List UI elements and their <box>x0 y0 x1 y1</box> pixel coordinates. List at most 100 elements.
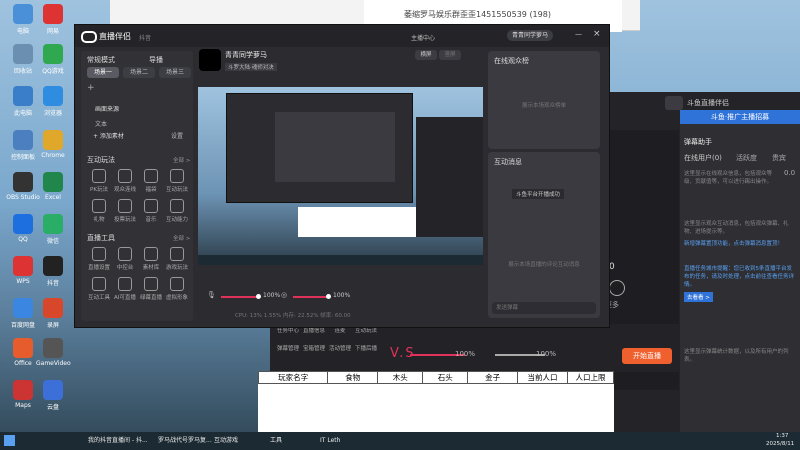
close-icon[interactable]: × <box>593 29 601 39</box>
desktop-icon-label: WPS <box>16 278 30 285</box>
tool-ltools-7[interactable]: 虚拟形象 <box>165 277 189 301</box>
mic-volume-value: 100% <box>455 350 476 358</box>
sub-tab-vip[interactable]: 贵宾 <box>772 153 786 163</box>
desktop-icon[interactable]: 电脑 <box>6 4 40 35</box>
preview-taskbar <box>198 255 483 265</box>
tool-itools-0[interactable]: PK玩法 <box>87 169 111 193</box>
scene-tab-2[interactable]: 场景二 <box>123 67 155 78</box>
tool-icon <box>144 169 158 183</box>
settings-button[interactable]: 设置 <box>171 131 183 140</box>
main-mic-slider[interactable] <box>221 296 259 298</box>
tool-itools-6[interactable]: 音乐 <box>139 199 163 223</box>
app-subtitle: 抖音 <box>139 35 152 42</box>
table-header: 木头 <box>377 371 424 384</box>
desktop-app-icon <box>43 172 63 192</box>
desktop-icon-label: 浏览器 <box>43 110 62 117</box>
stream-preview[interactable] <box>198 87 483 265</box>
tab-danmu[interactable]: 弹幕助手 <box>684 137 712 147</box>
user-badge[interactable]: 青青同学萝马 <box>507 30 554 41</box>
scene-tab-3[interactable]: 场景三 <box>159 67 191 78</box>
desktop-icon[interactable]: Chrome <box>36 130 70 159</box>
desktop-icon-label: Excel <box>45 194 61 201</box>
desktop-icon[interactable]: QQ <box>6 214 40 243</box>
desktop-icon[interactable]: Excel <box>36 172 70 201</box>
preview-nested-inner <box>275 112 395 182</box>
desktop-icon-label: 控制面板 <box>10 154 35 161</box>
scene-tab-1[interactable]: 场景一 <box>87 67 119 78</box>
tool-itools-5[interactable]: 投票玩法 <box>113 199 137 223</box>
tool-ltools-1[interactable]: 中控台 <box>113 247 137 271</box>
more-icon[interactable] <box>609 280 625 296</box>
tool-itools-7[interactable]: 互动能力 <box>165 199 189 223</box>
tip-link[interactable]: 去看看 > <box>684 292 713 302</box>
tool-itools-1[interactable]: 观众连线 <box>113 169 137 193</box>
tool-ltools-4[interactable]: 互动工具 <box>87 277 111 301</box>
taskbar-item[interactable]: 我的抖音直播间 - 抖... <box>88 434 150 448</box>
desktop-icon[interactable]: 抖音 <box>36 256 70 287</box>
desktop-icon[interactable]: 回收站 <box>6 44 40 75</box>
desktop-icon[interactable]: 此电脑 <box>6 86 40 117</box>
promo-banner[interactable]: 斗鱼·推广主播招募 <box>680 110 800 124</box>
tool-ltools-3[interactable]: 游戏玩法 <box>165 247 189 271</box>
avatar[interactable] <box>665 96 683 110</box>
desktop-icon[interactable]: 微信 <box>36 214 70 245</box>
right-tool-1[interactable]: 宝箱管理 <box>302 344 326 352</box>
tool-itools-3[interactable]: 互动玩法 <box>165 169 189 193</box>
anchor-center-link[interactable]: 主播中心 <box>411 33 435 42</box>
right-assistant-panel: 斗鱼·推广主播招募 弹幕助手 在线用户(0) 活跃度 贵宾 0.0 这里显示在线… <box>680 110 800 450</box>
guide-button[interactable]: 导播 <box>149 55 163 65</box>
desktop-icon[interactable]: 录屏 <box>36 298 70 329</box>
douyu-start-live-button[interactable]: 开始直播 <box>622 348 672 364</box>
mode-select[interactable]: 常规模式 <box>87 55 115 65</box>
main-speaker-knob[interactable] <box>326 294 331 299</box>
desktop-icon[interactable]: WPS <box>6 256 40 285</box>
tool-ltools-6[interactable]: 绿幕直播 <box>139 277 163 301</box>
add-material-button[interactable]: + 添加素材 <box>93 131 124 140</box>
tab-portrait[interactable]: 竖屏 <box>439 50 461 60</box>
sub-tab-online[interactable]: 在线用户(0) <box>684 153 722 163</box>
sub-tab-activity[interactable]: 活跃度 <box>736 153 757 163</box>
tool-ltools-5[interactable]: AI可直播 <box>113 277 137 301</box>
desktop-icon-label: 抖音 <box>46 280 59 287</box>
start-icon[interactable] <box>4 435 15 446</box>
desktop-icon[interactable]: Maps <box>6 380 40 409</box>
speaker-icon[interactable]: ◎ <box>281 291 287 299</box>
right-tool-0[interactable]: 弹幕管理 <box>276 344 300 352</box>
desktop-app-icon <box>43 298 63 318</box>
desktop-icon[interactable]: 控制面板 <box>6 130 40 161</box>
tool-label: 虚拟形象 <box>165 295 188 301</box>
main-speaker-slider[interactable] <box>293 296 329 298</box>
anchor-avatar[interactable] <box>199 49 221 71</box>
desktop-icon[interactable]: 浏览器 <box>36 86 70 117</box>
desktop-icon[interactable]: OBS Studio <box>6 172 40 201</box>
desktop-icon[interactable]: 云盘 <box>36 380 70 411</box>
add-scene-icon[interactable]: + <box>87 83 95 93</box>
taskbar-item[interactable]: IT Leth <box>320 434 382 448</box>
right-tool-2[interactable]: 活动管理 <box>328 344 352 352</box>
tool-itools-4[interactable]: 礼物 <box>87 199 111 223</box>
chat-input[interactable]: 发送弹幕 <box>492 302 596 314</box>
source-item-text[interactable]: 文本 <box>95 119 107 128</box>
desktop-app-icon <box>13 380 33 400</box>
tool-label: 互动玩法 <box>165 187 188 193</box>
anchor-tag[interactable]: 斗罗大陆·魂师对决 <box>225 63 277 71</box>
minimize-icon[interactable]: — <box>575 30 582 38</box>
right-tool-3[interactable]: 下播后播 <box>354 344 378 352</box>
tab-landscape[interactable]: 横屏 <box>415 50 437 60</box>
interactive-all-link[interactable]: 全部 > <box>173 156 190 164</box>
desktop-icon[interactable]: GameVideo <box>36 338 71 367</box>
mic-icon[interactable]: 🎙 <box>207 291 216 299</box>
tool-itools-2[interactable]: 福袋 <box>139 169 163 193</box>
tool-ltools-0[interactable]: 直播设置 <box>87 247 111 271</box>
tool-icon <box>92 277 106 291</box>
desktop-icon[interactable]: QQ游戏 <box>36 44 70 75</box>
desktop-icon[interactable]: 百度网盘 <box>6 298 40 329</box>
desktop-icon[interactable]: Office <box>6 338 40 367</box>
taskbar-item[interactable]: 互动游戏 <box>214 434 276 448</box>
table-header: 金子 <box>467 371 519 384</box>
live-tools-all-link[interactable]: 全部 > <box>173 234 190 242</box>
desktop-icon[interactable]: 网易 <box>36 4 70 35</box>
main-mic-knob[interactable] <box>256 294 261 299</box>
taskbar-item[interactable]: 罗马战代号罗马复... <box>158 434 220 448</box>
tool-ltools-2[interactable]: 素材库 <box>139 247 163 271</box>
